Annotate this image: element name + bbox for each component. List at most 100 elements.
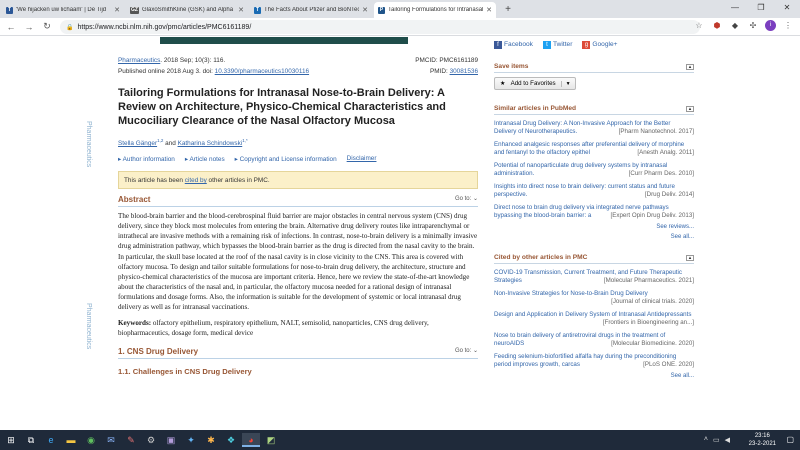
- googleplus-link[interactable]: g Google+: [582, 41, 618, 49]
- goto-menu[interactable]: Go to: ⌄: [455, 195, 478, 204]
- chevron-down-icon[interactable]: ▼: [560, 80, 575, 87]
- close-icon[interactable]: ✕: [238, 6, 244, 14]
- author-link[interactable]: Stella Gänger: [118, 140, 157, 147]
- list-item[interactable]: Intranasal Drug Delivery: A Non-Invasive…: [494, 120, 694, 136]
- see-reviews-link[interactable]: See reviews...: [494, 224, 694, 230]
- panel-header: Save items ▴: [494, 63, 694, 73]
- puzzle-icon[interactable]: ✣: [747, 21, 759, 30]
- clock-date: 23-2-2021: [748, 441, 776, 447]
- author-information-link[interactable]: ▸ Author information: [118, 155, 175, 163]
- close-icon[interactable]: ✕: [486, 6, 492, 14]
- tab-strip: T 'We hijacken uw lichaam' | De Tijd ✕ G…: [0, 0, 800, 18]
- app-icon[interactable]: ◩: [262, 433, 280, 447]
- article-link[interactable]: Non-Invasive Strategies for Nose-to-Brai…: [494, 290, 648, 297]
- browser-tab[interactable]: T 'We hijacken uw lichaam' | De Tijd ✕: [2, 2, 124, 18]
- list-item[interactable]: Enhanced analgesic responses after prefe…: [494, 141, 694, 157]
- new-tab-button[interactable]: +: [500, 2, 516, 18]
- facebook-icon: f: [494, 41, 502, 49]
- browser-tab[interactable]: GZ GlaxoSmithKline (GSK) and Alpha ✕: [126, 2, 248, 18]
- task-view-icon[interactable]: ⧉: [22, 433, 40, 447]
- extension-icon[interactable]: ◆: [729, 21, 741, 30]
- chevron-down-icon: ⌄: [472, 348, 478, 355]
- clock[interactable]: 23:16 23-2-2021: [749, 432, 776, 448]
- notice-text: This article has been: [124, 177, 185, 185]
- volume-icon[interactable]: ◀: [725, 436, 730, 444]
- chrome-icon[interactable]: ◕: [242, 433, 260, 447]
- chevron-up-icon[interactable]: ˄: [704, 436, 708, 444]
- goto-menu[interactable]: Go to: ⌄: [455, 347, 478, 356]
- star-icon[interactable]: ☆: [693, 21, 705, 30]
- article-source: [Journal of clinical trials. 2020]: [611, 298, 694, 305]
- list-item[interactable]: Direct nose to brain drug delivery via i…: [494, 204, 694, 220]
- app-icon[interactable]: ◉: [82, 433, 100, 447]
- add-to-favorites-button[interactable]: ★ Add to Favorites ▼: [494, 77, 576, 90]
- list-item[interactable]: Potential of nanoparticulate drug delive…: [494, 162, 694, 178]
- app-icon[interactable]: ❖: [222, 433, 240, 447]
- paint-icon[interactable]: ✎: [122, 433, 140, 447]
- network-icon[interactable]: ▭: [713, 436, 720, 444]
- close-window-icon[interactable]: ✕: [774, 0, 800, 16]
- article-source: [Pharm Nanotechnol. 2017]: [618, 128, 694, 135]
- app-icon[interactable]: ✱: [202, 433, 220, 447]
- facebook-link[interactable]: f Facebook: [494, 41, 533, 49]
- mail-icon[interactable]: ✉: [102, 433, 120, 447]
- list-item[interactable]: Feeding selenium-biofortified alfalfa ha…: [494, 353, 694, 369]
- article-source: [Expert Opin Drug Deliv. 2013]: [610, 212, 694, 219]
- article-source: [Frontiers in Bioengineering an...]: [602, 319, 694, 326]
- article-source: [Molecular Pharmaceutics. 2021]: [603, 277, 694, 284]
- published-line: Published online 2018 Aug 3. doi: 10.339…: [118, 66, 309, 77]
- article-link[interactable]: Design and Application in Delivery Syste…: [494, 311, 691, 318]
- close-icon[interactable]: ✕: [114, 6, 120, 14]
- address-bar[interactable]: 🔒 https://www.ncbi.nlm.nih.gov/pmc/artic…: [60, 20, 700, 34]
- back-icon[interactable]: ←: [4, 22, 18, 32]
- panel-header: Similar articles in PubMed ▴: [494, 105, 694, 115]
- browser-tab-active[interactable]: P Tailoring Formulations for Intranasal …: [374, 2, 496, 18]
- pmid-link[interactable]: 30081536: [450, 68, 478, 75]
- collapse-icon[interactable]: ▴: [686, 105, 694, 112]
- doi-link[interactable]: 10.3390/pharmaceutics10030116: [215, 68, 309, 75]
- list-item[interactable]: Nose to brain delivery of antiretroviral…: [494, 332, 694, 348]
- minimize-icon[interactable]: —: [722, 0, 748, 16]
- copyright-link[interactable]: ▸ Copyright and License information: [235, 155, 337, 163]
- extensions-area: ☆ ⬢ ◆ ✣ i ⋮: [693, 20, 794, 31]
- author-link[interactable]: Katharina Schindowski: [178, 140, 243, 147]
- reload-icon[interactable]: ↻: [40, 21, 54, 32]
- adblock-icon[interactable]: ⬢: [711, 21, 723, 30]
- settings-icon[interactable]: ⚙: [142, 433, 160, 447]
- maximize-icon[interactable]: ❐: [748, 0, 774, 16]
- file-explorer-icon[interactable]: ▬: [62, 433, 80, 447]
- forward-icon[interactable]: →: [22, 22, 36, 32]
- windows-taskbar: ⊞ ⧉ e ▬ ◉ ✉ ✎ ⚙ ▣ ✦ ✱ ❖ ◕ ◩ ˄ ▭ ◀ 23:16 …: [0, 430, 800, 450]
- journal-link[interactable]: Pharmaceutics: [118, 57, 160, 64]
- collapse-icon[interactable]: ▴: [686, 63, 694, 70]
- edge-icon[interactable]: e: [42, 433, 60, 447]
- avatar[interactable]: i: [765, 20, 776, 31]
- twitter-link[interactable]: t Twitter: [542, 41, 572, 49]
- list-item[interactable]: Insights into direct nose to brain deliv…: [494, 183, 694, 199]
- author-affiliation[interactable]: 1,*: [242, 138, 248, 143]
- list-item[interactable]: COVID-19 Transmission, Current Treatment…: [494, 269, 694, 285]
- see-all-link[interactable]: See all...: [494, 373, 694, 379]
- section-heading-row: 1. CNS Drug Delivery Go to: ⌄: [118, 347, 478, 360]
- close-icon[interactable]: ✕: [362, 6, 368, 14]
- panel-title: Save items: [494, 63, 529, 70]
- browser-tab[interactable]: T The Facts About Pfizer and BioNTech ✕: [250, 2, 372, 18]
- photos-icon[interactable]: ▣: [162, 433, 180, 447]
- see-all-link[interactable]: See all...: [494, 234, 694, 240]
- collapse-icon[interactable]: ▴: [686, 254, 694, 261]
- disclaimer-link[interactable]: Disclaimer: [347, 155, 377, 163]
- tab-favicon: T: [6, 6, 13, 14]
- article-notes-link[interactable]: ▸ Article notes: [185, 155, 225, 163]
- article-source: [Anesth Analg. 2011]: [637, 149, 694, 156]
- cited-by-link[interactable]: cited by: [185, 177, 207, 184]
- start-icon[interactable]: ⊞: [2, 433, 20, 447]
- app-icon[interactable]: ✦: [182, 433, 200, 447]
- menu-icon[interactable]: ⋮: [782, 21, 794, 30]
- clock-time: 23:16: [754, 433, 770, 439]
- notification-icon[interactable]: ▢: [786, 435, 794, 444]
- web-page: Pharmaceutics Pharmaceutics Pharmaceutic…: [0, 37, 800, 430]
- list-item[interactable]: Non-Invasive Strategies for Nose-to-Brai…: [494, 290, 694, 306]
- citation: Pharmaceutics. 2018 Sep; 10(3): 116.: [118, 55, 225, 66]
- list-item[interactable]: Design and Application in Delivery Syste…: [494, 311, 694, 327]
- citation-row: Pharmaceutics. 2018 Sep; 10(3): 116. PMC…: [118, 55, 478, 66]
